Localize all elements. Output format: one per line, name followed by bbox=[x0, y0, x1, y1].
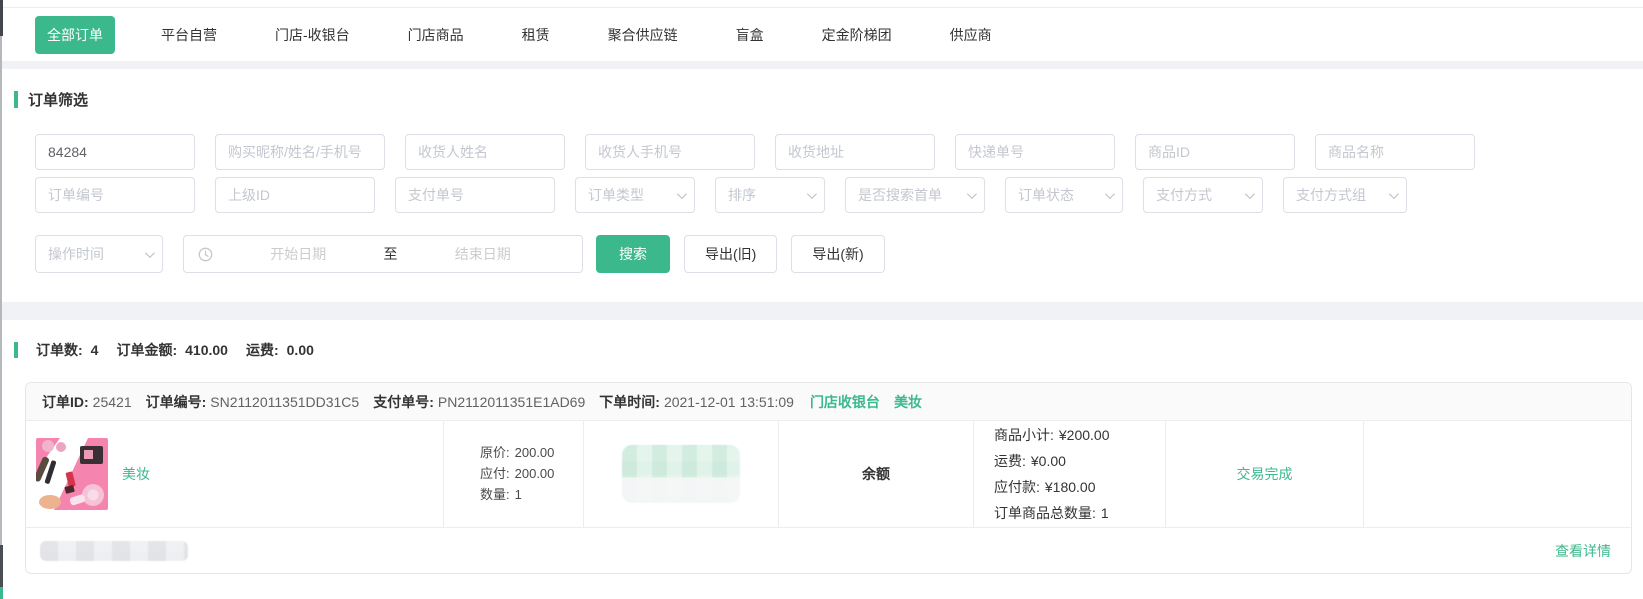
date-separator: 至 bbox=[384, 244, 398, 264]
customer-cell bbox=[584, 421, 779, 527]
first-order-select[interactable]: 是否搜索首单 bbox=[845, 177, 985, 213]
order-row: 美妆 原价:200.00 应付:200.00 数量:1 余额 bbox=[26, 421, 1631, 527]
tab-store-cashier[interactable]: 门店-收银台 bbox=[263, 16, 362, 54]
buyer-nickname-input[interactable] bbox=[215, 134, 385, 170]
tab-all-orders[interactable]: 全部订单 bbox=[35, 16, 115, 54]
chevron-down-icon bbox=[1245, 189, 1255, 199]
order-amount-label: 订单金额: bbox=[116, 340, 177, 360]
date-range-picker[interactable]: 开始日期 至 结束日期 bbox=[183, 235, 583, 273]
left-edge-dark-top bbox=[0, 0, 3, 36]
status-cell: 交易完成 bbox=[1166, 421, 1364, 527]
chevron-down-icon bbox=[1389, 189, 1399, 199]
parent-id-input[interactable] bbox=[215, 177, 375, 213]
order-time-field: 下单时间:2021-12-01 13:51:09 bbox=[599, 392, 794, 412]
filter-row-3: 操作时间 开始日期 至 结束日期 搜索 导出(旧) 导出(新) bbox=[35, 235, 1608, 273]
filter-row-2: 订单类型 排序 是否搜索首单 订单状态 支付方式 支付方式组 bbox=[35, 177, 1608, 213]
order-amount-value: 410.00 bbox=[185, 342, 228, 358]
order-card: 订单ID:25421 订单编号:SN2112011351DD31C5 支付单号:… bbox=[25, 382, 1632, 574]
customer-info-redacted bbox=[622, 445, 740, 503]
pay-method-cell: 余额 bbox=[779, 421, 974, 527]
product-image bbox=[36, 438, 108, 510]
pay-method-select[interactable]: 支付方式 bbox=[1143, 177, 1263, 213]
clock-icon bbox=[198, 247, 213, 262]
price-cell: 原价:200.00 应付:200.00 数量:1 bbox=[444, 421, 584, 527]
status-badge: 交易完成 bbox=[1237, 464, 1293, 484]
filter-section: 订单筛选 订单类型 排序 是否搜索首单 订单状态 支付方 bbox=[0, 69, 1643, 302]
order-sn-input[interactable] bbox=[35, 177, 195, 213]
chevron-down-icon bbox=[1105, 189, 1115, 199]
end-date-placeholder[interactable]: 结束日期 bbox=[398, 244, 569, 264]
receiver-name-input[interactable] bbox=[405, 134, 565, 170]
order-count-label: 订单数: bbox=[36, 340, 83, 360]
pay-sn-input[interactable] bbox=[395, 177, 555, 213]
tab-deposit-ladder-group[interactable]: 定金阶梯团 bbox=[810, 16, 904, 54]
amount-due-line: 应付款:¥180.00 bbox=[994, 474, 1096, 500]
pay-method-group-select[interactable]: 支付方式组 bbox=[1283, 177, 1407, 213]
order-card-footer: 查看详情 bbox=[26, 527, 1631, 573]
subtotal-line: 商品小计:¥200.00 bbox=[994, 422, 1110, 448]
address-input[interactable] bbox=[775, 134, 935, 170]
channel-tag: 门店收银台 bbox=[810, 392, 880, 412]
filter-title: 订单筛选 bbox=[28, 89, 88, 110]
total-quantity-line: 订单商品总数量:1 bbox=[994, 500, 1109, 526]
left-edge-line bbox=[0, 0, 2, 599]
tab-blind-box[interactable]: 盲盒 bbox=[724, 16, 776, 54]
order-tabs: 全部订单 平台自营 门店-收银台 门店商品 租赁 聚合供应链 盲盒 定金阶梯团 … bbox=[0, 8, 1643, 61]
freight-value: 0.00 bbox=[287, 342, 314, 358]
order-card-header: 订单ID:25421 订单编号:SN2112011351DD31C5 支付单号:… bbox=[26, 383, 1631, 421]
receiver-phone-input[interactable] bbox=[585, 134, 755, 170]
tab-store-goods[interactable]: 门店商品 bbox=[396, 16, 476, 54]
chevron-down-icon bbox=[967, 189, 977, 199]
product-id-input[interactable] bbox=[1135, 134, 1295, 170]
chevron-down-icon bbox=[677, 189, 687, 199]
section-gap bbox=[0, 302, 1643, 320]
order-type-select[interactable]: 订单类型 bbox=[575, 177, 695, 213]
filter-title-row: 订单筛选 bbox=[14, 89, 1608, 110]
payable-price-line: 应付:200.00 bbox=[480, 464, 554, 484]
order-count-value: 4 bbox=[91, 342, 99, 358]
tab-platform-self[interactable]: 平台自营 bbox=[149, 16, 229, 54]
operate-time-select[interactable]: 操作时间 bbox=[35, 235, 163, 273]
green-accent-bar bbox=[14, 342, 18, 358]
section-gap bbox=[0, 61, 1643, 69]
chevron-down-icon bbox=[145, 248, 155, 258]
product-name-input[interactable] bbox=[1315, 134, 1475, 170]
order-list-section: 订单数: 4 订单金额: 410.00 运费: 0.00 订单ID:25421 … bbox=[0, 320, 1643, 599]
buyer-info-redacted bbox=[40, 541, 188, 561]
order-id-field: 订单ID:25421 bbox=[42, 392, 132, 412]
order-sn-field: 订单编号:SN2112011351DD31C5 bbox=[146, 392, 360, 412]
tab-rental[interactable]: 租赁 bbox=[510, 16, 562, 54]
order-summary: 订单数: 4 订单金额: 410.00 运费: 0.00 bbox=[14, 340, 1643, 360]
order-id-input[interactable] bbox=[35, 134, 195, 170]
pay-method-value: 余额 bbox=[862, 464, 890, 484]
view-detail-link[interactable]: 查看详情 bbox=[1555, 541, 1611, 561]
start-date-placeholder[interactable]: 开始日期 bbox=[213, 244, 384, 264]
green-accent-bar bbox=[14, 91, 18, 108]
left-edge-teal bbox=[0, 587, 3, 599]
totals-cell: 商品小计:¥200.00 运费:¥0.00 应付款:¥180.00 订单商品总数… bbox=[974, 421, 1166, 527]
tab-aggregate-supply-chain[interactable]: 聚合供应链 bbox=[596, 16, 690, 54]
top-strip bbox=[0, 0, 1643, 8]
tab-supplier[interactable]: 供应商 bbox=[938, 16, 1004, 54]
tracking-no-input[interactable] bbox=[955, 134, 1115, 170]
freight-label: 运费: bbox=[246, 340, 279, 360]
pay-sn-field: 支付单号:PN2112011351E1AD69 bbox=[373, 392, 585, 412]
chevron-down-icon bbox=[807, 189, 817, 199]
filter-row-1 bbox=[35, 134, 1608, 170]
search-button[interactable]: 搜索 bbox=[596, 235, 670, 273]
freight-line: 运费:¥0.00 bbox=[994, 448, 1066, 474]
quantity-line: 数量:1 bbox=[480, 485, 522, 505]
product-category-link[interactable]: 美妆 bbox=[122, 464, 150, 484]
export-old-button[interactable]: 导出(旧) bbox=[684, 235, 777, 273]
original-price-line: 原价:200.00 bbox=[480, 443, 554, 463]
category-tag: 美妆 bbox=[894, 392, 922, 412]
left-edge-dark-bottom bbox=[0, 545, 3, 587]
order-status-select[interactable]: 订单状态 bbox=[1005, 177, 1123, 213]
product-cell: 美妆 bbox=[26, 421, 444, 527]
export-new-button[interactable]: 导出(新) bbox=[791, 235, 884, 273]
sort-select[interactable]: 排序 bbox=[715, 177, 825, 213]
actions-cell bbox=[1364, 421, 1631, 527]
